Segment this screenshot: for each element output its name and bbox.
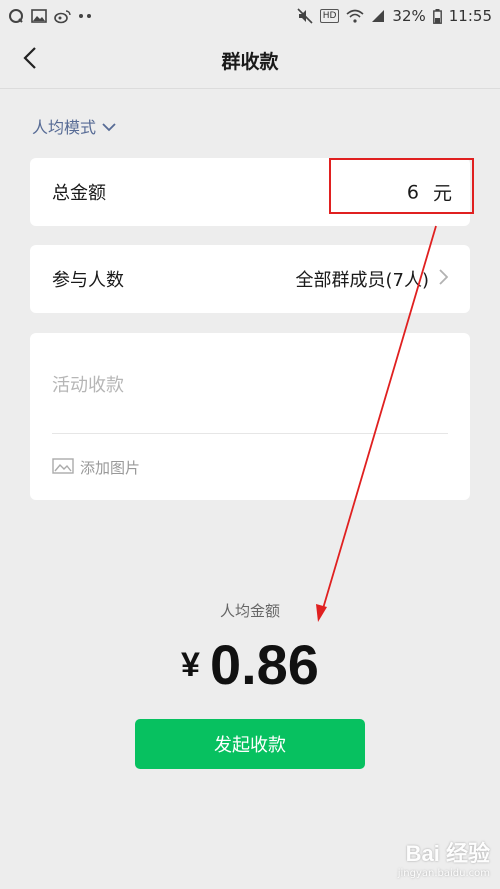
status-bar-left (8, 8, 92, 24)
total-amount-row[interactable]: 总金额 6 元 (30, 158, 470, 226)
image-icon (31, 9, 47, 23)
chevron-right-icon (439, 268, 449, 290)
participants-label: 参与人数 (52, 270, 124, 291)
currency-symbol: ¥ (181, 646, 200, 684)
back-button[interactable] (12, 42, 48, 78)
wifi-icon (346, 9, 364, 23)
image-icon (52, 457, 74, 478)
status-bar-right: HD 32% 11:55 (297, 7, 492, 25)
watermark-url: jingyan.baidu.com (397, 868, 490, 879)
clock: 11:55 (448, 7, 492, 25)
watermark: Bai 经验 jingyan.baidu.com (398, 836, 490, 879)
avg-amount: ¥ 0.86 (0, 632, 500, 697)
battery-percent: 32% (392, 7, 426, 25)
note-input[interactable]: 活动收款 (52, 371, 124, 397)
mode-selector[interactable]: 人均模式 (32, 114, 116, 138)
message-icon (8, 8, 24, 24)
battery-icon (432, 8, 442, 24)
mode-label: 人均模式 (32, 118, 97, 137)
chevron-down-icon (102, 117, 116, 136)
weibo-icon (54, 9, 71, 24)
total-amount-input[interactable]: 6 元 (407, 179, 452, 206)
add-image-label: 添加图片 (80, 459, 141, 477)
submit-button[interactable]: 发起收款 (135, 719, 365, 769)
nav-bar: 群收款 (0, 32, 500, 88)
add-image-button[interactable]: 添加图片 (52, 457, 140, 478)
note-card: 活动收款 添加图片 (30, 333, 470, 500)
mute-icon (297, 8, 313, 24)
participants-selector[interactable]: 全部群成员(7人) (296, 266, 449, 292)
note-divider (52, 433, 448, 434)
status-bar: HD 32% 11:55 (0, 0, 500, 32)
participants-value: 全部群成员(7人) (295, 270, 430, 291)
nav-divider (0, 88, 500, 89)
participants-row[interactable]: 参与人数 全部群成员(7人) (30, 245, 470, 313)
signal-icon (371, 9, 385, 23)
avg-amount-value: 0.86 (209, 633, 319, 696)
total-amount-unit: 元 (432, 182, 452, 205)
avg-amount-label: 人均金额 (219, 602, 280, 620)
page-title: 群收款 (221, 50, 279, 73)
more-dots-icon (78, 13, 92, 19)
chevron-left-icon (22, 46, 38, 74)
network-badge: HD (319, 9, 340, 23)
total-amount-label: 总金额 (52, 183, 106, 204)
watermark-logo: Bai 经验 (405, 841, 490, 866)
total-amount-value: 6 (406, 181, 419, 203)
